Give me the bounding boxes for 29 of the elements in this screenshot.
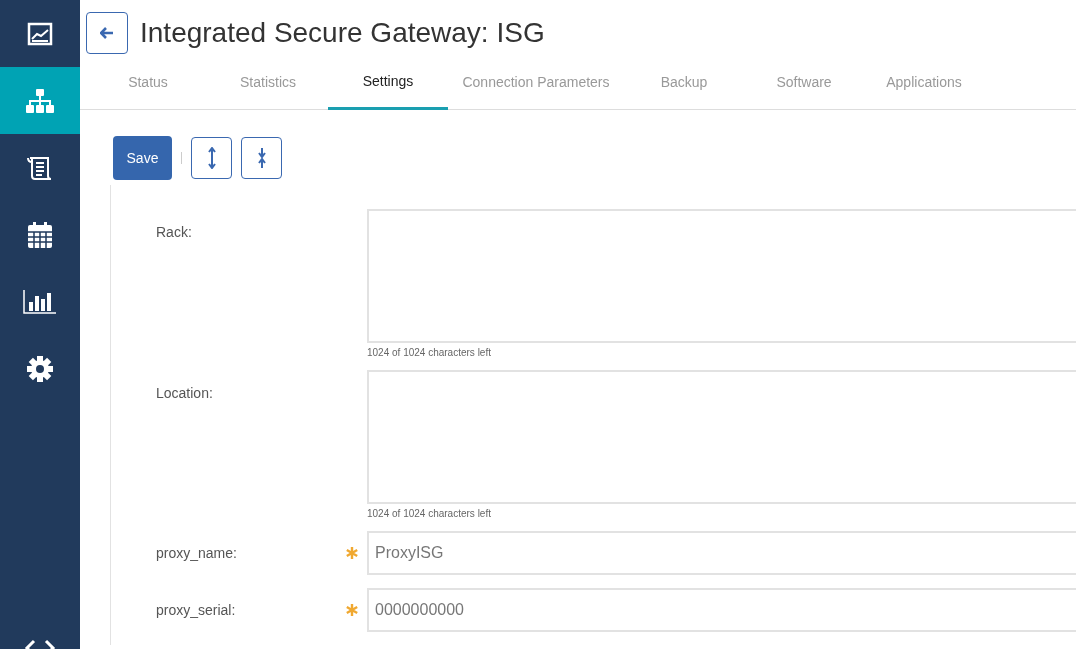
- tab[interactable]: Applications: [864, 65, 984, 110]
- settings-icon: [27, 355, 53, 382]
- calendar-icon: [27, 220, 53, 249]
- save-button[interactable]: Save: [113, 136, 172, 180]
- arrow-left-icon: [100, 26, 114, 39]
- tab[interactable]: Settings: [328, 65, 448, 110]
- character-counter: 1024 of 1024 characters left: [367, 346, 492, 360]
- tab[interactable]: Software: [744, 65, 864, 110]
- character-counter: 1024 of 1024 characters left: [367, 507, 492, 521]
- collapse-arrows-icon: [257, 147, 266, 169]
- input-field[interactable]: 0000000000: [367, 588, 1076, 632]
- bar-chart-icon: [23, 289, 57, 314]
- tab[interactable]: Statistics: [208, 65, 328, 110]
- tab[interactable]: Backup: [624, 65, 744, 110]
- expand-arrows-icon: [207, 147, 216, 169]
- collapse-button[interactable]: [241, 137, 282, 179]
- field-label: Location:: [156, 384, 214, 403]
- tab[interactable]: Connection Parameters: [448, 65, 624, 110]
- field-label: proxy_name:: [156, 543, 238, 563]
- back-button[interactable]: [86, 11, 128, 54]
- field-label: Rack:: [156, 223, 193, 242]
- chart-panel-icon: [27, 21, 53, 46]
- page-title: Integrated Secure Gateway: ISG: [140, 15, 545, 50]
- expand-button[interactable]: [191, 137, 232, 179]
- input-field[interactable]: ProxyISG: [367, 531, 1076, 575]
- field-label: proxy_serial:: [156, 600, 237, 620]
- tab[interactable]: Status: [88, 65, 208, 110]
- scroll-icon: [26, 154, 54, 181]
- hierarchy-icon: [25, 87, 55, 114]
